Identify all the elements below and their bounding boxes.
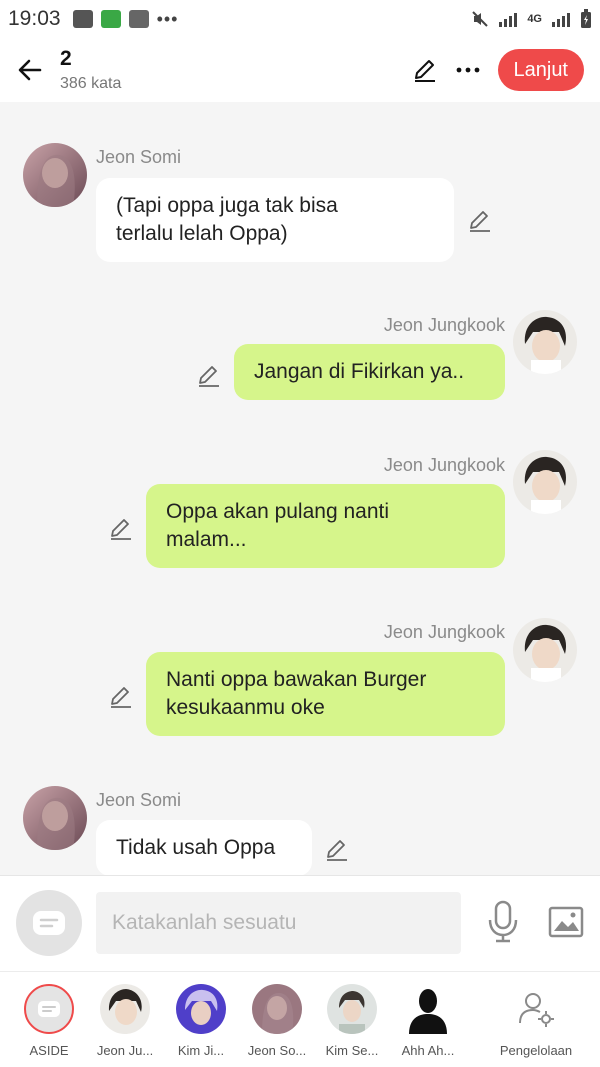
composer-bar: [0, 875, 600, 971]
edit-message-icon[interactable]: [467, 208, 493, 234]
avatar-photo: [327, 984, 377, 1034]
avatar: [252, 984, 302, 1034]
silhouette-avatar: [409, 989, 447, 1034]
app-header: 2 386 kata Lanjut: [0, 38, 600, 102]
voice-button[interactable]: [486, 900, 520, 944]
edit-message-icon[interactable]: [108, 516, 134, 542]
more-options-button[interactable]: [456, 67, 480, 73]
aside-toggle-button[interactable]: [16, 890, 82, 956]
avatar-photo: [513, 310, 577, 374]
aside-avatar: [24, 984, 74, 1034]
message-bubble[interactable]: Oppa akan pulang nanti malam...: [146, 484, 505, 568]
avatar-photo: [176, 984, 226, 1034]
pencil-icon: [414, 60, 435, 82]
cast-jeon-somi[interactable]: Jeon So...: [239, 984, 315, 1058]
edit-message-icon[interactable]: [108, 684, 134, 710]
status-bar: 19:03 ••• 4G: [0, 0, 600, 38]
avatar-photo: [23, 786, 87, 850]
cast-management[interactable]: Pengelolaan: [498, 984, 574, 1058]
edit-message-icon[interactable]: [196, 363, 222, 389]
avatar: [327, 984, 377, 1034]
cast-label: Pengelolaan: [499, 1043, 573, 1058]
avatar-photo: [513, 618, 577, 682]
network-type: 4G: [527, 13, 542, 25]
sender-avatar[interactable]: [513, 450, 577, 514]
battery-charging-icon: [581, 9, 591, 28]
sender-avatar[interactable]: [513, 310, 577, 374]
cast-aside[interactable]: ASIDE: [11, 984, 87, 1058]
edit-title-button[interactable]: [412, 57, 438, 83]
signal-2-icon: [552, 11, 570, 27]
avatar: [176, 984, 226, 1034]
cast-jeon-jungkook[interactable]: Jeon Ju...: [87, 984, 163, 1058]
sender-avatar[interactable]: [23, 143, 87, 207]
signal-icon: [499, 11, 518, 27]
avatar: [100, 984, 150, 1034]
message-line: Nanti oppa bawakan Burger: [166, 668, 427, 691]
next-button[interactable]: Lanjut: [497, 49, 584, 91]
money-app-notification-icon: [100, 10, 121, 28]
user-settings-icon: [511, 984, 561, 1034]
word-count: 386 kata: [60, 75, 122, 92]
message-input[interactable]: [96, 892, 461, 954]
aside-chat-icon: [33, 911, 65, 935]
more-dots-icon: [456, 67, 479, 73]
message-line: kesukaanmu oke: [166, 696, 325, 719]
message-bubble[interactable]: (Tapi oppa juga tak bisa terlalu lelah O…: [96, 178, 454, 262]
image-icon: [548, 906, 584, 938]
avatar-photo: [513, 450, 577, 514]
sender-avatar[interactable]: [513, 618, 577, 682]
more-notifications-icon: •••: [156, 8, 179, 29]
sender-name: Jeon Jungkook: [383, 315, 505, 335]
character-bar: ASIDE Jeon Ju... Kim Ji... Jeon So... Ki…: [0, 971, 600, 1067]
mute-icon: [472, 11, 489, 27]
message-bubble[interactable]: Tidak usah Oppa: [96, 820, 312, 875]
cast-label: Jeon So...: [247, 1043, 307, 1058]
avatar-photo: [252, 984, 302, 1034]
message-line: Jangan di Fikirkan ya..: [254, 360, 465, 383]
back-button[interactable]: [0, 38, 60, 102]
cast-label: Kim Se...: [325, 1043, 379, 1058]
edit-message-icon[interactable]: [324, 837, 350, 863]
message-line: Oppa akan pulang nanti: [166, 500, 390, 523]
message-bubble[interactable]: Jangan di Fikirkan ya..: [234, 344, 505, 400]
sender-name: Jeon Somi: [96, 147, 182, 167]
message-line: malam...: [166, 528, 247, 551]
files-notification-icon: [128, 10, 149, 28]
cast-label: Jeon Ju...: [96, 1043, 154, 1058]
message-line: (Tapi oppa juga tak bisa: [116, 194, 338, 217]
user-gear-icon: [519, 993, 554, 1027]
message-line: Tidak usah Oppa: [116, 836, 276, 859]
arrow-left-icon: [18, 59, 42, 81]
chat-area[interactable]: Jeon Somi (Tapi oppa juga tak bisa terla…: [0, 102, 600, 875]
image-button[interactable]: [548, 906, 584, 938]
aside-chat-icon: [38, 1001, 60, 1017]
cast-label: Kim Ji...: [177, 1043, 225, 1058]
avatar-photo: [23, 143, 87, 207]
cast-kim-se[interactable]: Kim Se...: [314, 984, 390, 1058]
sender-avatar[interactable]: [23, 786, 87, 850]
cast-kim-ji[interactable]: Kim Ji...: [163, 984, 239, 1058]
cast-label: ASIDE: [29, 1043, 69, 1058]
message-bubble[interactable]: Nanti oppa bawakan Burger kesukaanmu oke: [146, 652, 505, 736]
status-time: 19:03: [8, 7, 61, 30]
silhouette-icon: [403, 984, 453, 1034]
message-line: terlalu lelah Oppa): [116, 222, 288, 245]
chapter-title: 2: [60, 47, 72, 70]
cast-ahh-ah[interactable]: Ahh Ah...: [390, 984, 466, 1058]
sender-name: Jeon Jungkook: [383, 622, 505, 642]
gallery-notification-icon: [72, 10, 93, 28]
sender-name: Jeon Jungkook: [383, 455, 505, 475]
sender-name: Jeon Somi: [96, 790, 182, 810]
avatar-photo: [100, 984, 150, 1034]
cast-label: Ahh Ah...: [401, 1043, 455, 1058]
microphone-icon: [488, 900, 518, 943]
